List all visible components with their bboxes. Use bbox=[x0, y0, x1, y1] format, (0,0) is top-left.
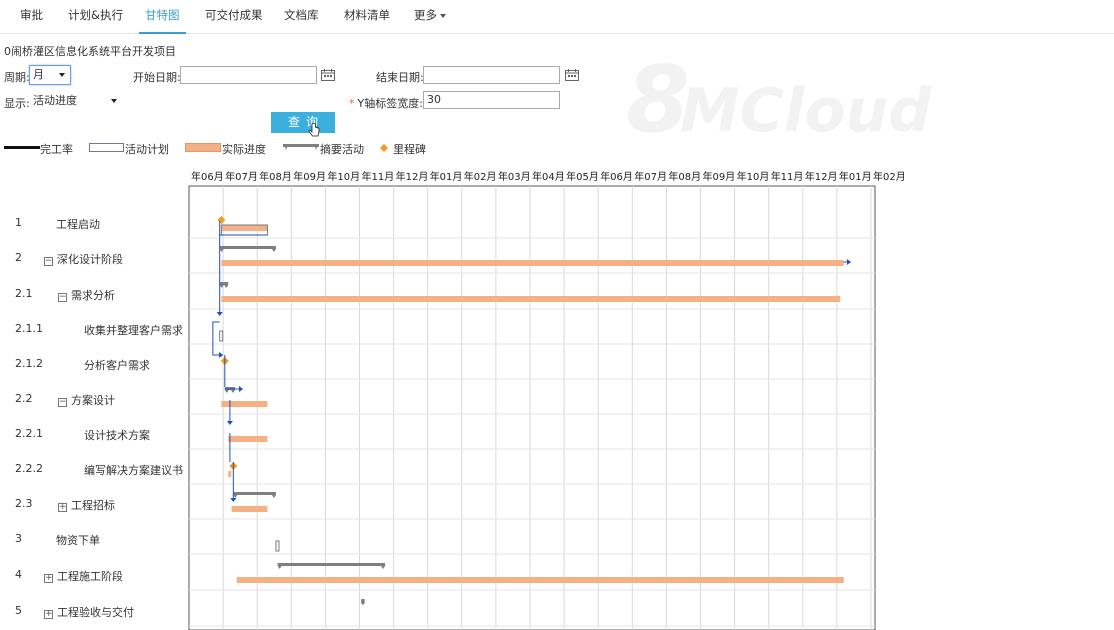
x-tick-label: 年09月 bbox=[293, 170, 326, 183]
x-tick-label: 年11月 bbox=[771, 170, 804, 183]
x-tick-label: 年10月 bbox=[737, 170, 770, 183]
actual-progress-bar bbox=[221, 401, 268, 407]
actual-progress-bar bbox=[228, 436, 268, 442]
actual-progress-bar bbox=[228, 471, 232, 477]
x-tick-label: 年06月 bbox=[191, 170, 224, 183]
x-tick-label: 年09月 bbox=[703, 170, 736, 183]
x-tick-label: 年10月 bbox=[327, 170, 360, 183]
x-tick-label: 年07月 bbox=[634, 170, 667, 183]
x-tick-label: 年12月 bbox=[396, 170, 429, 183]
actual-progress-bar bbox=[236, 577, 844, 583]
actual-progress-bar bbox=[221, 260, 844, 266]
actual-progress-bar bbox=[231, 506, 268, 512]
gantt-chart: 年06月 年07月 年08月 年09月 年10月 年11月 年12月 年01月 年02月 年03月… bbox=[188, 170, 906, 630]
x-tick-label: 年02月 bbox=[873, 170, 906, 183]
x-tick-label: 年07月 bbox=[225, 170, 258, 183]
x-tick-label: 年04月 bbox=[532, 170, 565, 183]
x-tick-label: 年03月 bbox=[498, 170, 531, 183]
x-tick-label: 年11月 bbox=[362, 170, 395, 183]
x-tick-label: 年12月 bbox=[805, 170, 838, 183]
x-tick-label: 年02月 bbox=[464, 170, 497, 183]
actual-progress-bar bbox=[221, 296, 841, 302]
x-tick-label: 年08月 bbox=[259, 170, 292, 183]
x-tick-label: 年01月 bbox=[839, 170, 872, 183]
x-tick-label: 年08月 bbox=[668, 170, 701, 183]
x-tick-label: 年01月 bbox=[430, 170, 463, 183]
x-tick-label: 年06月 bbox=[600, 170, 633, 183]
x-tick-label: 年05月 bbox=[566, 170, 599, 183]
actual-progress-bar bbox=[221, 225, 268, 231]
